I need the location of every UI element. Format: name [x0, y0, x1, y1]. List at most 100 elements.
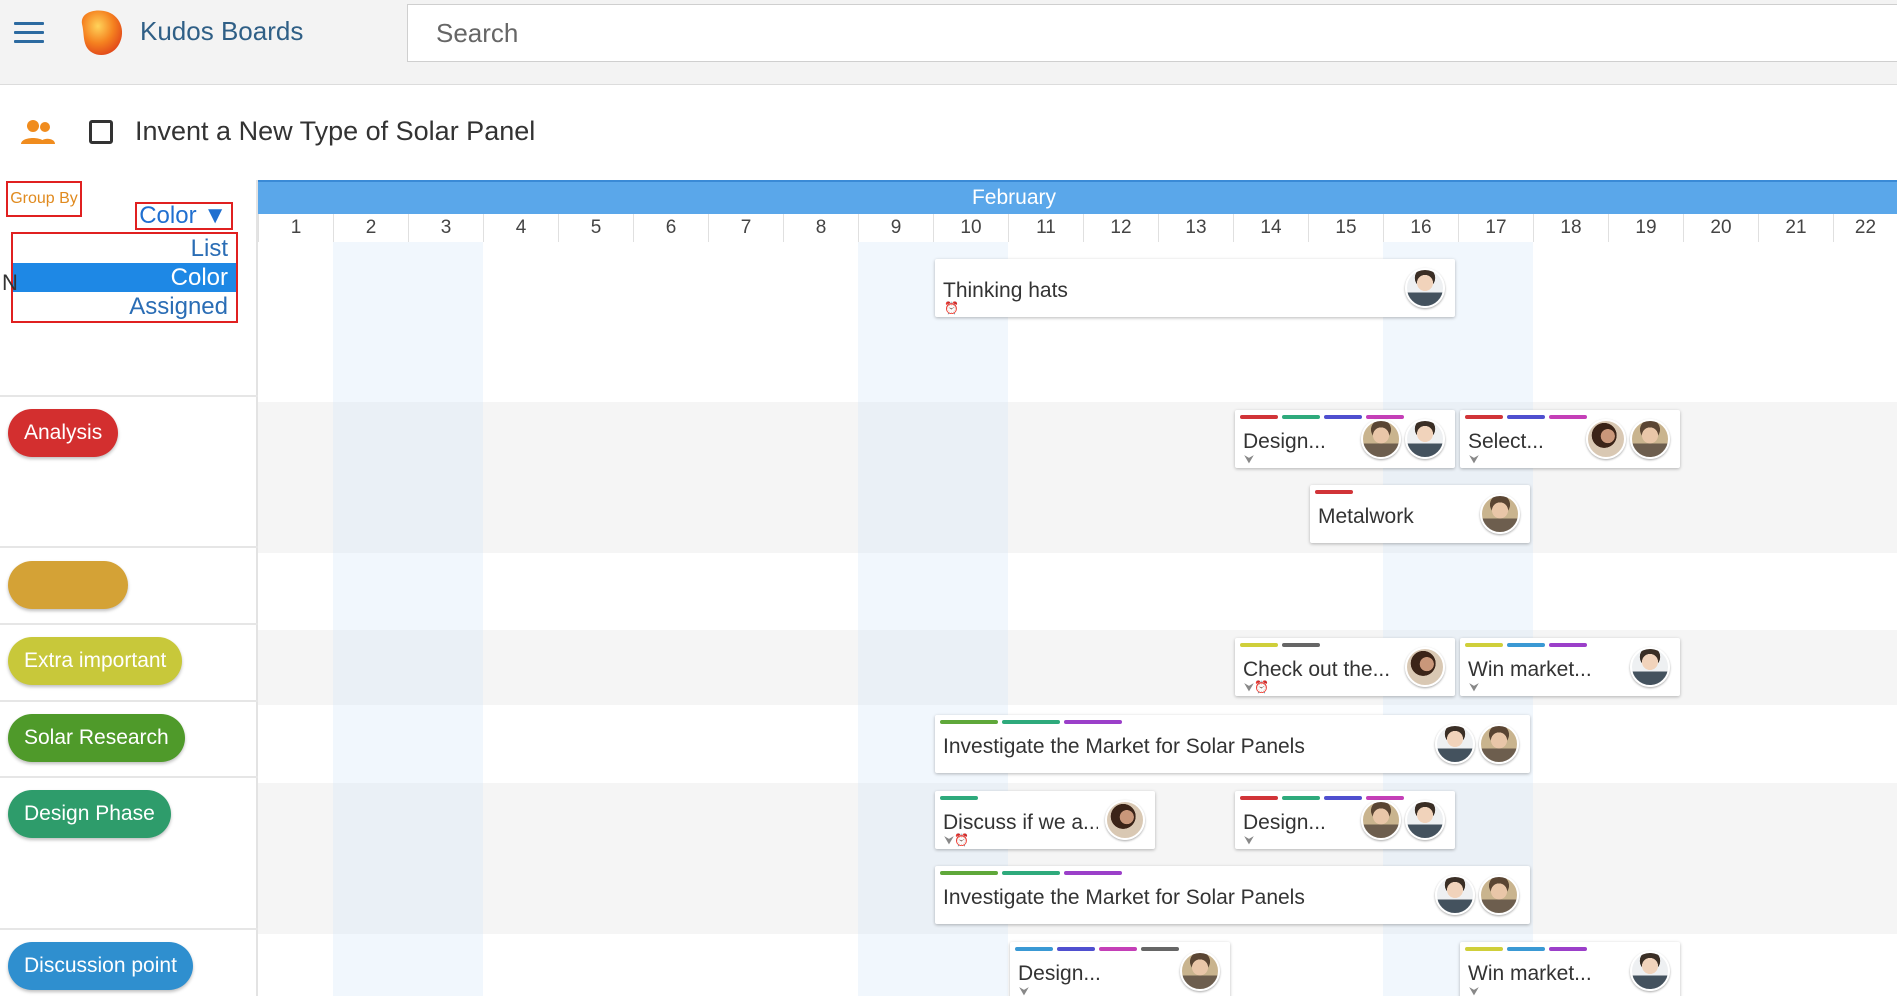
chevron-down-icon[interactable]: ⮟: [1469, 452, 1479, 467]
avatar[interactable]: [1480, 494, 1520, 534]
chevron-down-icon[interactable]: ⮟: [1019, 984, 1029, 996]
card-title: Metalwork: [1318, 505, 1414, 528]
row-divider: [0, 928, 258, 930]
color-tag: [1507, 415, 1545, 419]
avatar[interactable]: [1105, 800, 1145, 840]
color-tag: [940, 796, 978, 800]
group-by-label: Group By: [6, 181, 82, 217]
chevron-down-icon[interactable]: ⮟: [1244, 833, 1254, 848]
day-header: 17: [1458, 214, 1533, 242]
card-design[interactable]: Design... ⮟: [1235, 410, 1455, 468]
chevron-down-icon[interactable]: ⮟: [1244, 452, 1254, 467]
card-title: Check out the...: [1243, 658, 1391, 681]
color-tag: [1549, 415, 1587, 419]
day-header: 3: [408, 214, 483, 242]
chevron-down-icon[interactable]: ⮟: [1469, 680, 1479, 695]
avatar[interactable]: [1361, 800, 1401, 840]
color-tag: [940, 720, 998, 724]
avatar[interactable]: [1435, 875, 1475, 915]
color-tag: [1507, 643, 1545, 647]
day-header: 18: [1533, 214, 1608, 242]
row-divider: [0, 546, 258, 548]
avatar[interactable]: [1405, 800, 1445, 840]
day-header: 13: [1158, 214, 1233, 242]
color-tag: [940, 871, 998, 875]
card-title: Discuss if we a...: [943, 811, 1098, 834]
board-checkbox[interactable]: [89, 120, 113, 144]
card-investigate-market[interactable]: Investigate the Market for Solar Panels: [935, 715, 1530, 773]
color-tag: [1282, 643, 1320, 647]
color-tag: [1240, 796, 1278, 800]
color-tag: [1064, 720, 1122, 724]
card-discussion-win-market[interactable]: Win market... ⮟: [1460, 942, 1680, 996]
row-divider: [0, 776, 258, 778]
group-by-select[interactable]: Color ▼: [135, 202, 233, 230]
avatar[interactable]: [1180, 951, 1220, 991]
color-tag: [1282, 415, 1320, 419]
card-win-market[interactable]: Win market... ⮟: [1460, 638, 1680, 696]
group-pill-discussion-point[interactable]: Discussion point: [8, 942, 193, 990]
group-pill-extra-important[interactable]: Extra important: [8, 637, 183, 685]
color-tag: [1002, 871, 1060, 875]
timeline: February 1 2 3 4 5 6 7 8 9 10 11 12 13 1…: [258, 180, 1897, 996]
group-by-options: List Color Assigned: [11, 232, 238, 323]
avatar[interactable]: [1630, 951, 1670, 991]
card-title: Thinking hats: [943, 279, 1068, 302]
month-label: February: [971, 186, 1057, 209]
color-tag: [1240, 415, 1278, 419]
card-discussion-design[interactable]: Design... ⮟: [1010, 942, 1230, 996]
group-pill-solar-research[interactable]: Solar Research: [8, 714, 185, 762]
group-pill-unnamed[interactable]: [8, 561, 128, 609]
chevron-down-icon[interactable]: ⮟: [1469, 984, 1479, 996]
day-header: 10: [933, 214, 1008, 242]
day-header: 16: [1383, 214, 1458, 242]
card-thinking-hats[interactable]: Thinking hats ⏰: [935, 259, 1455, 317]
day-header: 6: [633, 214, 708, 242]
card-metalwork[interactable]: Metalwork: [1310, 485, 1530, 543]
color-tag: [1099, 947, 1137, 951]
avatar[interactable]: [1435, 724, 1475, 764]
color-tag: [1465, 947, 1503, 951]
search-input[interactable]: [407, 4, 1897, 62]
group-pill-design-phase[interactable]: Design Phase: [8, 790, 171, 838]
avatar[interactable]: [1405, 419, 1445, 459]
avatar[interactable]: [1479, 724, 1519, 764]
card-select[interactable]: Select... ⮟: [1460, 410, 1680, 468]
option-assigned[interactable]: Assigned: [13, 292, 236, 321]
card-check-out[interactable]: Check out the... ⮟⏰: [1235, 638, 1455, 696]
group-pill-analysis[interactable]: Analysis: [8, 409, 119, 457]
option-list[interactable]: List: [13, 234, 236, 263]
day-header: 15: [1308, 214, 1383, 242]
option-color[interactable]: Color: [13, 263, 236, 292]
avatar[interactable]: [1405, 647, 1445, 687]
avatar[interactable]: [1630, 419, 1670, 459]
avatar[interactable]: [1361, 419, 1401, 459]
weekend-shade: [333, 242, 483, 996]
day-header: 7: [708, 214, 783, 242]
app-title: Kudos Boards: [140, 16, 304, 46]
color-tag: [1141, 947, 1179, 951]
day-header: 4: [483, 214, 558, 242]
day-header: 8: [783, 214, 858, 242]
card-discuss[interactable]: Discuss if we a... ⮟⏰: [935, 791, 1155, 849]
avatar[interactable]: [1479, 875, 1519, 915]
card-title: Design...: [1018, 962, 1101, 985]
avatar[interactable]: [1586, 419, 1626, 459]
people-icon[interactable]: [20, 118, 56, 146]
card-design-phase-design[interactable]: Design... ⮟: [1235, 791, 1455, 849]
avatar[interactable]: [1405, 268, 1445, 308]
day-header: 22: [1833, 214, 1897, 242]
card-investigate-market[interactable]: Investigate the Market for Solar Panels: [935, 866, 1530, 924]
color-tag: [1366, 415, 1404, 419]
day-header: 21: [1758, 214, 1833, 242]
day-header: 19: [1608, 214, 1683, 242]
alarm-clock-icon: ⮟⏰: [944, 833, 970, 847]
color-tag: [1549, 643, 1587, 647]
board-title: Invent a New Type of Solar Panel: [135, 116, 536, 146]
hamburger-menu-icon[interactable]: [14, 22, 44, 46]
card-title: Win market...: [1468, 658, 1592, 681]
color-tag: [1324, 415, 1362, 419]
color-tag: [1057, 947, 1095, 951]
day-header: 12: [1083, 214, 1158, 242]
avatar[interactable]: [1630, 647, 1670, 687]
